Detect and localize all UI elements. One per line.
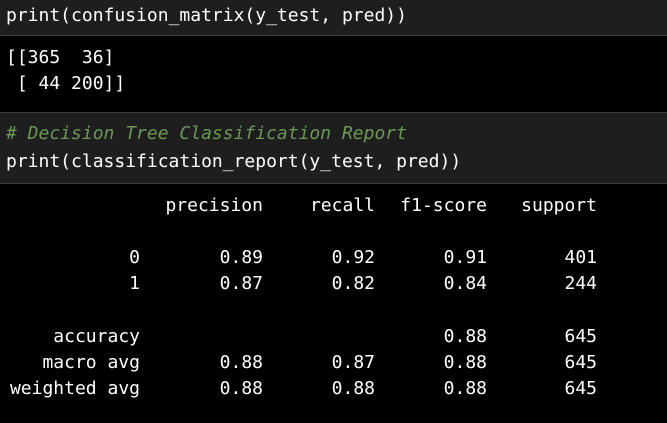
cell-support: 645 [564,326,597,347]
output-line: [[365 36] [6,47,115,68]
row-label: macro avg [42,352,140,373]
header-support: support [521,195,597,216]
cell-f1: 0.91 [443,247,487,268]
header-precision: precision [165,195,263,216]
cell-support: 401 [564,247,597,268]
output-line: [ 44 200]] [6,73,126,94]
cell-recall: 0.82 [331,273,375,294]
cell-precision [150,324,263,350]
row-label: 0 [129,247,140,268]
cell-recall [275,324,375,350]
cell-support: 645 [564,352,597,373]
cell-f1: 0.88 [443,352,487,373]
cell-recall: 0.92 [331,247,375,268]
cell-precision: 0.89 [219,247,263,268]
cell-precision: 0.88 [219,378,263,399]
cell-f1: 0.88 [443,326,487,347]
cell-recall: 0.88 [331,378,375,399]
code-cell-classification-report[interactable]: # Decision Tree Classification Report pr… [0,113,667,183]
row-label: weighted avg [9,378,140,399]
cell-recall: 0.87 [331,352,375,373]
cell-f1: 0.88 [443,378,487,399]
code-cell-confusion-matrix[interactable]: print(confusion_matrix(y_test, pred)) [0,0,667,35]
code-comment: # Decision Tree Classification Report [6,123,407,144]
cell-support: 244 [564,273,597,294]
header-f1-score: f1-score [400,195,487,216]
output-classification-report: precision recall f1-score support 0 0.89… [0,184,667,423]
cell-support: 645 [564,378,597,399]
output-confusion-matrix: [[365 36] [ 44 200]] [0,36,667,112]
row-label: 1 [129,273,140,294]
cell-precision: 0.88 [219,352,263,373]
cell-f1: 0.84 [443,273,487,294]
code-line: print(classification_report(y_test, pred… [6,151,462,172]
row-label: accuracy [53,326,140,347]
header-recall: recall [309,195,375,216]
code-line: print(confusion_matrix(y_test, pred)) [6,5,407,26]
cell-precision: 0.87 [219,273,263,294]
